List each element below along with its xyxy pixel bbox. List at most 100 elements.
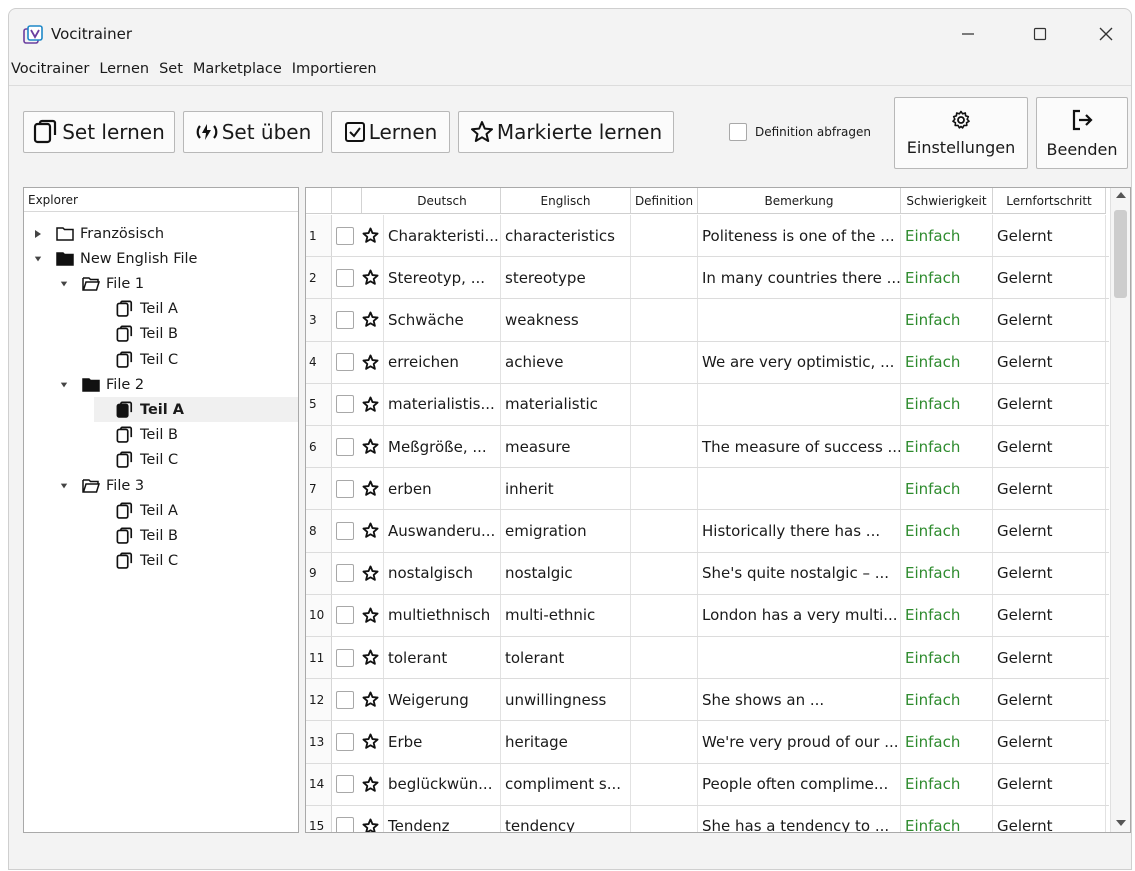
tree-item[interactable]: Teil B	[94, 523, 178, 548]
cell-schwierigkeit[interactable]: Einfach	[901, 679, 993, 721]
tree-item[interactable]: Teil C	[94, 448, 178, 473]
cell-englisch[interactable]: inherit	[501, 468, 631, 510]
minimize-button[interactable]	[943, 15, 993, 53]
cell-deutsch[interactable]: materialistis...	[384, 383, 501, 425]
cell-definition[interactable]	[631, 510, 698, 552]
cell-deutsch[interactable]: Meßgröße, ...	[384, 426, 501, 468]
tree-item[interactable]: Teil B	[94, 423, 178, 448]
cell-schwierigkeit[interactable]: Einfach	[901, 637, 993, 679]
cell-lernfortschritt[interactable]: Gelernt	[993, 721, 1106, 763]
row-checkbox[interactable]	[336, 775, 354, 794]
table-row[interactable]: 9 nostalgisch nostalgic She's quite nostalg…	[306, 552, 1109, 595]
cell-bemerkung[interactable]: In many countries there ...	[698, 257, 901, 299]
cell-schwierigkeit[interactable]: Einfach	[901, 594, 993, 636]
row-checkbox[interactable]	[336, 564, 354, 583]
cell-englisch[interactable]: multi-ethnic	[501, 594, 631, 636]
cell-lernfortschritt[interactable]: Gelernt	[993, 383, 1106, 425]
cell-deutsch[interactable]: Weigerung	[384, 679, 501, 721]
header-lernfortschritt[interactable]: Lernfortschritt	[993, 188, 1106, 213]
star-icon[interactable]	[362, 818, 379, 833]
star-icon[interactable]	[362, 691, 379, 708]
tree-item[interactable]: Französisch	[34, 221, 164, 246]
cell-deutsch[interactable]: Tendenz	[384, 805, 501, 832]
close-button[interactable]	[1081, 15, 1131, 53]
cell-deutsch[interactable]: erben	[384, 468, 501, 510]
table-scrollbar[interactable]	[1110, 188, 1130, 832]
menu-vocitrainer[interactable]: Vocitrainer	[9, 59, 94, 81]
cell-bemerkung[interactable]: The measure of success ...	[698, 426, 901, 468]
star-icon[interactable]	[362, 269, 379, 286]
cell-lernfortschritt[interactable]: Gelernt	[993, 763, 1106, 805]
einstellungen-button[interactable]: Einstellungen	[894, 97, 1028, 169]
cell-englisch[interactable]: stereotype	[501, 257, 631, 299]
cell-deutsch[interactable]: Auswanderu...	[384, 510, 501, 552]
cell-lernfortschritt[interactable]: Gelernt	[993, 805, 1106, 832]
cell-bemerkung[interactable]	[698, 468, 901, 510]
row-checkbox[interactable]	[336, 606, 354, 625]
cell-bemerkung[interactable]: London has a very multi...	[698, 594, 901, 636]
cell-bemerkung[interactable]: We're very proud of our ...	[698, 721, 901, 763]
scroll-down-icon[interactable]	[1116, 820, 1126, 826]
star-icon[interactable]	[362, 733, 379, 750]
cell-definition[interactable]	[631, 805, 698, 832]
cell-schwierigkeit[interactable]: Einfach	[901, 552, 993, 594]
table-row[interactable]: 11 tolerant tolerant Einfach Gelernt	[306, 637, 1109, 680]
star-icon[interactable]	[362, 354, 379, 371]
cell-definition[interactable]	[631, 426, 698, 468]
row-checkbox[interactable]	[336, 226, 354, 245]
cell-definition[interactable]	[631, 721, 698, 763]
cell-englisch[interactable]: nostalgic	[501, 552, 631, 594]
title-bar[interactable]: Vocitrainer	[9, 9, 1131, 57]
row-checkbox[interactable]	[336, 353, 354, 372]
cell-schwierigkeit[interactable]: Einfach	[901, 763, 993, 805]
cell-definition[interactable]	[631, 679, 698, 721]
star-icon[interactable]	[362, 438, 379, 455]
cell-lernfortschritt[interactable]: Gelernt	[993, 299, 1106, 341]
cell-schwierigkeit[interactable]: Einfach	[901, 383, 993, 425]
cell-schwierigkeit[interactable]: Einfach	[901, 510, 993, 552]
cell-schwierigkeit[interactable]: Einfach	[901, 299, 993, 341]
cell-lernfortschritt[interactable]: Gelernt	[993, 552, 1106, 594]
cell-bemerkung[interactable]: She has a tendency to ...	[698, 805, 901, 832]
cell-bemerkung[interactable]: People often complime...	[698, 763, 901, 805]
header-bemerkung[interactable]: Bemerkung	[698, 188, 901, 213]
set-lernen-button[interactable]: Set lernen	[23, 111, 175, 153]
cell-bemerkung[interactable]: She shows an ...	[698, 679, 901, 721]
tree-item[interactable]: Teil B	[94, 322, 178, 347]
star-icon[interactable]	[362, 396, 379, 413]
row-checkbox[interactable]	[336, 648, 354, 667]
markierte-lernen-button[interactable]: Markierte lernen	[458, 111, 674, 153]
row-checkbox[interactable]	[336, 817, 354, 832]
menu-marketplace[interactable]: Marketplace	[188, 59, 287, 81]
cell-englisch[interactable]: materialistic	[501, 383, 631, 425]
row-checkbox[interactable]	[336, 521, 354, 540]
cell-bemerkung[interactable]: Historically there has ...	[698, 510, 901, 552]
cell-lernfortschritt[interactable]: Gelernt	[993, 679, 1106, 721]
cell-bemerkung[interactable]: We are very optimistic, ...	[698, 341, 901, 383]
table-row[interactable]: 10 multiethnisch multi-ethnic London has a …	[306, 594, 1109, 637]
star-icon[interactable]	[362, 649, 379, 666]
cell-lernfortschritt[interactable]: Gelernt	[993, 594, 1106, 636]
cell-lernfortschritt[interactable]: Gelernt	[993, 257, 1106, 299]
maximize-button[interactable]	[1015, 15, 1065, 53]
tree-item[interactable]: File 2	[60, 372, 144, 397]
cell-schwierigkeit[interactable]: Einfach	[901, 468, 993, 510]
cell-bemerkung[interactable]	[698, 637, 901, 679]
cell-englisch[interactable]: heritage	[501, 721, 631, 763]
cell-definition[interactable]	[631, 468, 698, 510]
cell-lernfortschritt[interactable]: Gelernt	[993, 426, 1106, 468]
cell-schwierigkeit[interactable]: Einfach	[901, 215, 993, 257]
menu-set[interactable]: Set	[154, 59, 188, 81]
cell-definition[interactable]	[631, 341, 698, 383]
cell-deutsch[interactable]: Stereotyp, ...	[384, 257, 501, 299]
chevron-right-icon[interactable]	[34, 229, 42, 239]
cell-definition[interactable]	[631, 637, 698, 679]
table-row[interactable]: 1 Charakteristi... characteristics Politene…	[306, 215, 1109, 258]
cell-englisch[interactable]: weakness	[501, 299, 631, 341]
chevron-down-icon[interactable]	[60, 482, 68, 490]
table-row[interactable]: 2 Stereotyp, ... stereotype In many countri…	[306, 257, 1109, 300]
tree-item[interactable]: Teil C	[94, 549, 178, 574]
tree-item[interactable]: Teil A	[94, 498, 178, 523]
cell-bemerkung[interactable]: Politeness is one of the ...	[698, 215, 901, 257]
header-englisch[interactable]: Englisch	[501, 188, 631, 213]
